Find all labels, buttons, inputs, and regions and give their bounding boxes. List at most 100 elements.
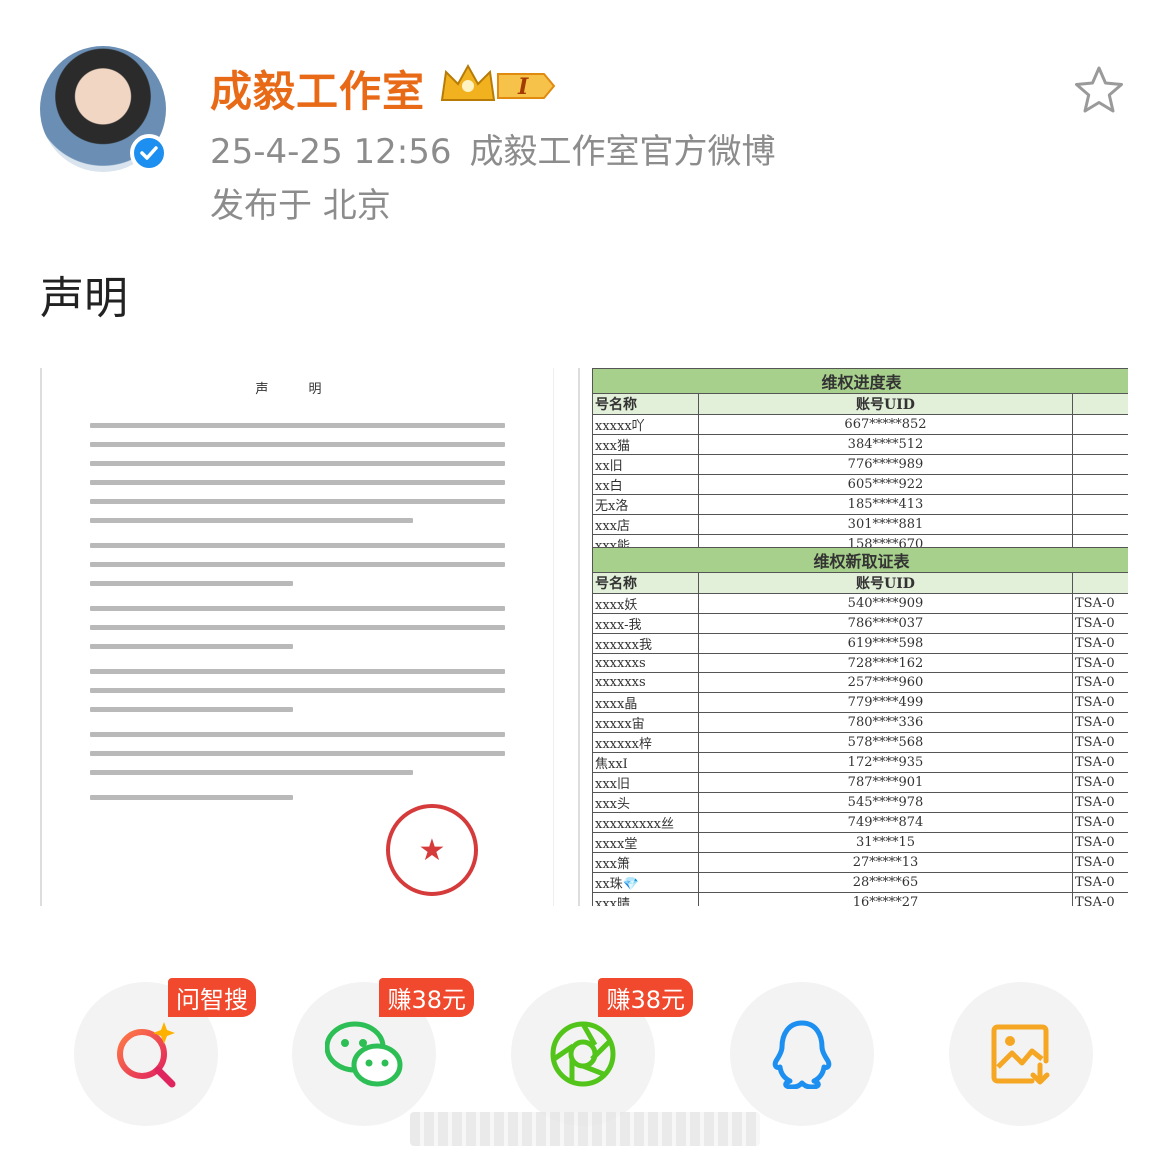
search-ai-icon	[117, 1022, 176, 1088]
table-cell: xxx猫	[592, 434, 699, 455]
table-image[interactable]: 维权进度表 号名称 账号UID xxxxx吖 667*****852 xxx猫 384***…	[578, 368, 1128, 906]
table-cell: xxxxx吖	[592, 414, 699, 435]
table-cell: xxx头	[592, 791, 699, 813]
table-cell	[1071, 414, 1128, 435]
table-cell: xx旧	[592, 454, 699, 475]
table-row: xxx头 545****978 TSA-0	[592, 791, 1128, 813]
doc-title: 声 明	[255, 382, 340, 397]
table-cell: 619****598	[698, 633, 1073, 654]
table-cell: 31****15	[698, 831, 1073, 853]
table-row: xxx猫 384****512	[592, 434, 1128, 455]
star-icon[interactable]	[1072, 64, 1126, 118]
wechat-button[interactable]: 赚38元	[292, 978, 474, 1126]
account-name[interactable]: 成毅工作室	[210, 58, 425, 119]
table-cell: xxx店	[592, 514, 699, 535]
table-cell	[1071, 454, 1128, 475]
table-cell: TSA-0	[1072, 751, 1128, 773]
qq-button[interactable]	[730, 982, 874, 1126]
table-cell: xxx晴	[592, 891, 699, 906]
table-cell: TSA-0	[1072, 891, 1128, 906]
evidence-table-header-row: 号名称 账号UID	[592, 572, 1128, 594]
table-cell: 667*****852	[698, 414, 1073, 435]
table-row: xx旧 776****989	[592, 454, 1128, 475]
table-cell: TSA-0	[1072, 771, 1128, 793]
table-cell: 540****909	[698, 593, 1073, 614]
save-image-button[interactable]	[949, 982, 1093, 1126]
evidence-table-title-row: 维权新取证表	[592, 547, 1128, 573]
table-row: xxxx堂 31****15 TSA-0	[592, 831, 1128, 853]
table-cell: xxxxxx我	[592, 633, 699, 654]
table-row: xxxxxxs 728****162 TSA-0	[592, 652, 1128, 674]
table-cell: 257****960	[698, 672, 1073, 693]
table-cell: TSA-0	[1072, 791, 1128, 813]
evidence-table-header-cell	[1072, 572, 1128, 594]
wechat-badge: 赚38元	[379, 978, 474, 1017]
table-cell: xxxx晶	[592, 691, 699, 713]
table-row: xxxxxxxxx丝 749****874 TSA-0	[592, 811, 1128, 833]
progress-table-header-cell: 号名称	[592, 393, 699, 415]
table-cell: xxxx堂	[592, 831, 699, 853]
table-cell	[1071, 494, 1128, 515]
table-cell: xxxxxx梓	[592, 731, 699, 753]
table-row: xxxxx吖 667*****852	[592, 414, 1128, 435]
progress-table-header-row: 号名称 账号UID	[592, 393, 1128, 415]
table-cell: 185****413	[698, 494, 1073, 515]
table-row: xxx晴 16*****27 TSA-0	[592, 891, 1128, 906]
table-cell: 无x洛	[592, 494, 699, 515]
qq-icon	[772, 1020, 832, 1089]
table-row: xxxx-我 786****037 TSA-0	[592, 613, 1128, 634]
progress-table-header-cell: 账号UID	[698, 393, 1073, 415]
table-cell: TSA-0	[1072, 652, 1128, 674]
avatar[interactable]	[40, 46, 168, 174]
table-cell: TSA-0	[1072, 711, 1128, 733]
vip-level-text: I	[517, 74, 529, 100]
table-row: 焦xxI 172****935 TSA-0	[592, 751, 1128, 773]
table-cell: 301****881	[698, 514, 1073, 535]
wechat-icon	[325, 1021, 403, 1087]
table-row: xx白 605****922	[592, 474, 1128, 495]
table-row: xxxxxx我 619****598 TSA-0	[592, 633, 1128, 654]
search-ai-button[interactable]: 问智搜	[74, 978, 256, 1126]
verified-icon	[130, 134, 168, 172]
table-cell: xxxxxxs	[592, 652, 699, 674]
table-cell: 728****162	[698, 652, 1073, 674]
evidence-table-title: 维权新取证表	[592, 547, 1128, 573]
moments-button[interactable]: 赚38元	[511, 978, 693, 1126]
table-cell: TSA-0	[1072, 672, 1128, 693]
search-badge: 问智搜	[168, 978, 256, 1017]
table-cell: TSA-0	[1072, 811, 1128, 833]
table-cell: 776****989	[698, 454, 1073, 475]
table-cell: 779****499	[698, 691, 1073, 713]
table-cell: 578****568	[698, 731, 1073, 753]
table-row: xxxxxx梓 578****568 TSA-0	[592, 731, 1128, 753]
table-cell: xxxxxxs	[592, 672, 699, 693]
evidence-table-header-cell: 号名称	[592, 572, 699, 594]
table-row: xxx箫 27*****13 TSA-0	[592, 851, 1128, 873]
table-cell: 605****922	[698, 474, 1073, 495]
table-row: xxx旧 787****901 TSA-0	[592, 771, 1128, 793]
table-cell: xxxxx宙	[592, 711, 699, 733]
post-meta: 25-4-25 12:56 成毅工作室官方微博	[210, 124, 776, 173]
table-cell: xxx旧	[592, 771, 699, 793]
table-cell: TSA-0	[1072, 851, 1128, 873]
table-cell: xx珠💎	[592, 871, 699, 893]
progress-table-title-row: 维权进度表	[591, 368, 1128, 394]
table-cell: 172****935	[698, 751, 1073, 773]
statement-image[interactable]: 声 明 ★	[40, 368, 554, 906]
table-cell: TSA-0	[1072, 831, 1128, 853]
post-source: 成毅工作室官方微博	[469, 132, 776, 172]
table-cell: xxxx妖	[592, 593, 699, 614]
table-row: xxx店 301****881	[592, 514, 1128, 535]
table-cell: xx白	[592, 474, 699, 495]
table-cell: TSA-0	[1072, 613, 1128, 634]
table-cell: 16*****27	[698, 891, 1073, 906]
seal-stamp: ★	[386, 804, 478, 896]
post-location: 发布于 北京	[210, 186, 391, 226]
table-cell: 焦xxI	[592, 751, 699, 773]
doc-body	[42, 423, 553, 800]
evidence-table: 维权新取证表 号名称 账号UID xxxx妖 540****909 TSA-0 xxxx-我…	[592, 547, 1128, 906]
progress-table-header-cell	[1071, 393, 1128, 415]
table-row: xxxxx宙 780****336 TSA-0	[592, 711, 1128, 733]
crown-icon[interactable]: I	[440, 60, 560, 108]
table-cell	[1071, 434, 1128, 455]
